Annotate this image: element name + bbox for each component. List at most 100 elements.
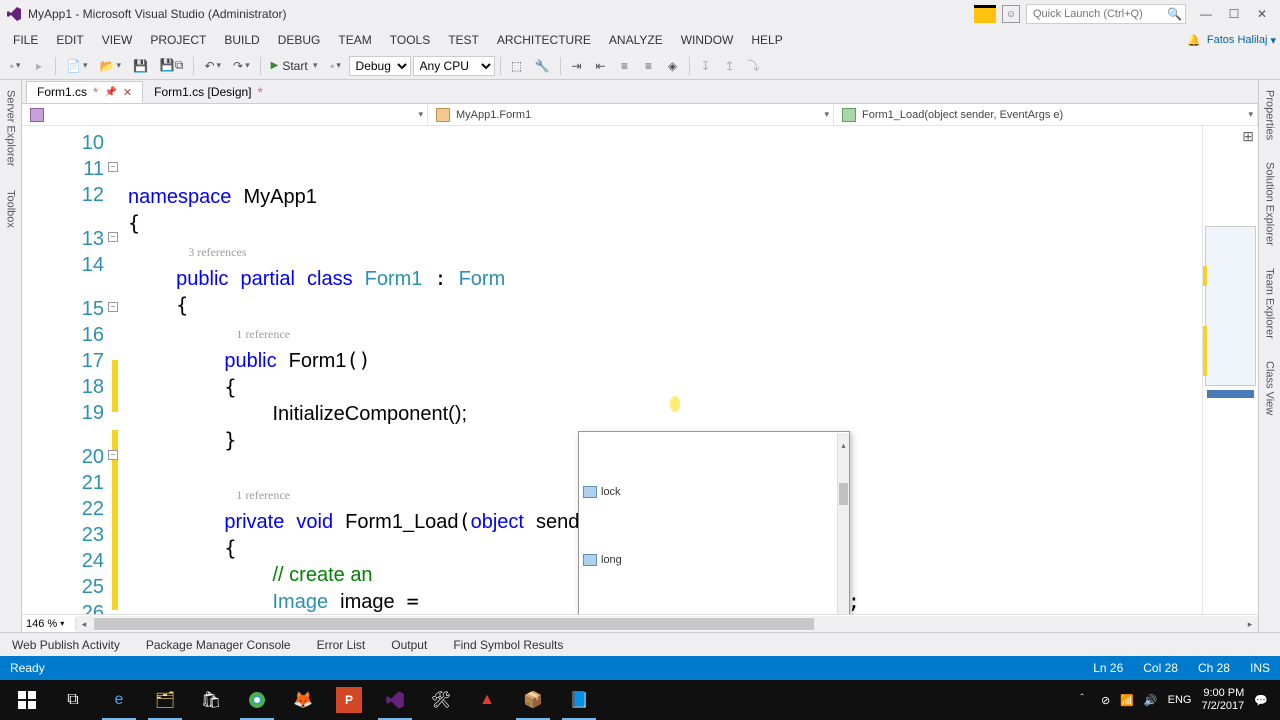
taskbar-acrobat[interactable]: ▲ bbox=[464, 680, 510, 720]
tray-lang[interactable]: ENG bbox=[1168, 694, 1192, 706]
menu-file[interactable]: FILE bbox=[4, 30, 47, 50]
config-select[interactable]: Debug bbox=[349, 56, 411, 76]
tbtn-1[interactable]: ⬚ bbox=[506, 55, 528, 77]
minimap[interactable]: ⊞ bbox=[1202, 126, 1258, 614]
intellisense-item[interactable]: long bbox=[579, 552, 849, 568]
tooltab-web-publish[interactable]: Web Publish Activity bbox=[8, 635, 124, 655]
code-editor[interactable]: 10 11− 12 13− 14 15− 16 17 18 19 20− 21 … bbox=[22, 126, 1258, 614]
nav-project-dropdown[interactable]: Form1.cs▾ bbox=[22, 104, 428, 125]
wifi-icon[interactable]: 📶 bbox=[1120, 694, 1134, 707]
menu-edit[interactable]: EDIT bbox=[47, 30, 92, 50]
menu-window[interactable]: WINDOW bbox=[672, 30, 743, 50]
intellisense-scrollbar[interactable]: ▴▾ bbox=[837, 433, 849, 614]
tbtn-6[interactable]: ≡ bbox=[638, 55, 660, 77]
maximize-button[interactable]: ☐ bbox=[1220, 4, 1248, 24]
start-menu-button[interactable] bbox=[4, 680, 50, 720]
rail-class-view[interactable]: Class View bbox=[1262, 355, 1278, 421]
taskbar-app-3[interactable]: 📘 bbox=[556, 680, 602, 720]
menu-build[interactable]: BUILD bbox=[215, 30, 268, 50]
menu-architecture[interactable]: ARCHITECTURE bbox=[488, 30, 600, 50]
zoom-level[interactable]: 146 % ▾ bbox=[22, 618, 76, 630]
taskbar-firefox[interactable]: 🦊 bbox=[280, 680, 326, 720]
notification-flag-icon[interactable] bbox=[974, 5, 996, 23]
action-center-icon[interactable]: 💬 bbox=[1254, 694, 1268, 707]
fold-toggle[interactable]: − bbox=[108, 232, 118, 242]
save-all-button[interactable]: 💾⧉ bbox=[155, 55, 189, 77]
hscroll-thumb[interactable] bbox=[94, 618, 814, 630]
fold-toggle[interactable]: − bbox=[108, 450, 118, 460]
menu-tools[interactable]: TOOLS bbox=[381, 30, 439, 50]
tooltab-error-list[interactable]: Error List bbox=[313, 635, 370, 655]
tbtn-7[interactable]: ◈ bbox=[662, 55, 684, 77]
intellisense-popup[interactable]: lock long Lookup<> LookupBindingProperti… bbox=[578, 431, 850, 614]
menu-debug[interactable]: DEBUG bbox=[269, 30, 330, 50]
tbtn-5[interactable]: ≡ bbox=[614, 55, 636, 77]
taskbar-chrome[interactable] bbox=[234, 680, 280, 720]
minimize-button[interactable]: — bbox=[1192, 4, 1220, 24]
nav-fwd-button[interactable]: ▸ bbox=[28, 55, 50, 77]
system-tray[interactable]: ＾ ⊘ 📶 🔊 ENG 9:00 PM 7/2/2017 💬 bbox=[1065, 687, 1276, 713]
rail-solution-explorer[interactable]: Solution Explorer bbox=[1262, 156, 1278, 252]
horizontal-scrollbar[interactable]: ◂ ▸ bbox=[76, 616, 1258, 632]
scroll-thumb[interactable] bbox=[839, 483, 848, 505]
taskbar-edge[interactable]: e bbox=[96, 680, 142, 720]
taskbar-powerpoint[interactable]: P bbox=[336, 687, 362, 713]
tbtn-2[interactable]: 🔧 bbox=[530, 55, 555, 77]
volume-icon[interactable]: 🔊 bbox=[1144, 694, 1158, 707]
split-icon[interactable]: ⊞ bbox=[1242, 128, 1254, 145]
taskbar-app-1[interactable]: 🛠 bbox=[418, 680, 464, 720]
tbtn-3[interactable]: ⇥ bbox=[566, 55, 588, 77]
menu-team[interactable]: TEAM bbox=[329, 30, 380, 50]
tray-icon[interactable]: ⊘ bbox=[1101, 694, 1110, 707]
taskbar-store[interactable]: 🛍 bbox=[188, 680, 234, 720]
menu-project[interactable]: PROJECT bbox=[141, 30, 215, 50]
rail-toolbox[interactable]: Toolbox bbox=[3, 184, 19, 234]
quick-launch-input[interactable] bbox=[1033, 8, 1175, 20]
nav-back-button[interactable]: ◦▾ bbox=[4, 55, 26, 77]
menu-test[interactable]: TEST bbox=[439, 30, 488, 50]
feedback-icon[interactable]: ☺ bbox=[1002, 5, 1020, 23]
tab-form1-cs[interactable]: Form1.cs* 📌 ✕ bbox=[26, 81, 143, 103]
menu-view[interactable]: VIEW bbox=[93, 30, 142, 50]
rail-properties[interactable]: Properties bbox=[1262, 84, 1278, 146]
tbtn-8[interactable]: ↧ bbox=[695, 55, 717, 77]
tooltab-pm-console[interactable]: Package Manager Console bbox=[142, 635, 295, 655]
tooltab-output[interactable]: Output bbox=[387, 635, 431, 655]
tab-form1-design[interactable]: Form1.cs [Design]* bbox=[143, 81, 274, 103]
rail-team-explorer[interactable]: Team Explorer bbox=[1262, 262, 1278, 345]
minimap-viewport[interactable] bbox=[1205, 226, 1256, 386]
tray-overflow-icon[interactable]: ＾ bbox=[1073, 692, 1091, 708]
redo-button[interactable]: ↷▾ bbox=[228, 55, 255, 77]
code-text[interactable]: namespace MyApp1 { 3 references public p… bbox=[118, 126, 1202, 614]
nav-member-dropdown[interactable]: Form1_Load(object sender, EventArgs e)▾ bbox=[834, 104, 1258, 125]
tbtn-4[interactable]: ⇤ bbox=[590, 55, 612, 77]
rail-server-explorer[interactable]: Server Explorer bbox=[3, 84, 19, 172]
tbtn-10[interactable]: ⤵ bbox=[743, 55, 765, 77]
taskview-button[interactable]: ⧉ bbox=[50, 680, 96, 720]
tbtn-9[interactable]: ↥ bbox=[719, 55, 741, 77]
tray-clock[interactable]: 9:00 PM 7/2/2017 bbox=[1201, 687, 1244, 713]
undo-button[interactable]: ↶▾ bbox=[199, 55, 226, 77]
fold-toggle[interactable]: − bbox=[108, 302, 118, 312]
quick-launch[interactable]: 🔍 bbox=[1026, 4, 1186, 24]
taskbar-explorer[interactable]: 🗂 bbox=[142, 680, 188, 720]
close-icon[interactable]: ✕ bbox=[123, 86, 132, 99]
start-debug-button[interactable]: ▶Start ▾ bbox=[266, 55, 323, 77]
browser-target-button[interactable]: ◦▾ bbox=[325, 55, 347, 77]
menu-help[interactable]: HELP bbox=[742, 30, 791, 50]
new-project-button[interactable]: 📄▾ bbox=[61, 55, 92, 77]
intellisense-item[interactable]: lock bbox=[579, 484, 849, 500]
save-button[interactable]: 💾 bbox=[128, 55, 153, 77]
nav-class-dropdown[interactable]: MyApp1.Form1▾ bbox=[428, 104, 834, 125]
platform-select[interactable]: Any CPU bbox=[413, 56, 495, 76]
menu-analyze[interactable]: ANALYZE bbox=[600, 30, 672, 50]
dirty-icon: * bbox=[258, 89, 263, 95]
open-button[interactable]: 📂▾ bbox=[94, 55, 125, 77]
tooltab-find-symbol[interactable]: Find Symbol Results bbox=[449, 635, 567, 655]
pin-icon[interactable]: 📌 bbox=[104, 87, 116, 98]
fold-toggle[interactable]: − bbox=[108, 162, 118, 172]
taskbar-app-2[interactable]: 📦 bbox=[510, 680, 556, 720]
signin-user[interactable]: 🔔Fatos Halilaj ▾ bbox=[1187, 34, 1276, 47]
taskbar-visualstudio[interactable] bbox=[372, 680, 418, 720]
close-button[interactable]: ✕ bbox=[1248, 4, 1276, 24]
